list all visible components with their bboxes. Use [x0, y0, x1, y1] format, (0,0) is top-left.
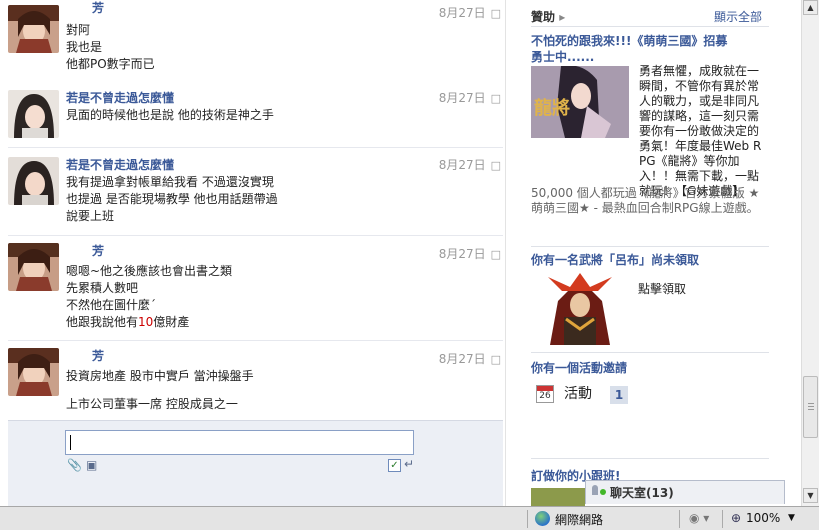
ad-image[interactable]: 龍將 — [531, 66, 629, 138]
message-date: 8月27日 — [438, 91, 486, 105]
reply-icon[interactable]: □ — [491, 7, 501, 20]
reply-icon[interactable]: □ — [491, 159, 501, 172]
message-line: 對阿 — [66, 23, 91, 37]
camera-icon[interactable]: ▣ — [86, 458, 97, 472]
chat-online-count: (13) — [646, 486, 674, 500]
message-line: 嗯嗯~他之後應該也會出書之類 — [66, 264, 233, 278]
message-line: 見面的時候他也是說 他的技術是神之手 — [66, 108, 274, 122]
message: 若是不曾走過怎麼懂 8月27日 □ 我有提過拿對帳單給我看 不過還沒實現 也提過 … — [8, 157, 503, 236]
avatar[interactable] — [8, 157, 59, 205]
message-author[interactable]: 芳 — [92, 0, 104, 16]
reply-icon[interactable]: □ — [491, 92, 501, 105]
message-line: 投資房地產 股市中實戶 當沖操盤手 — [66, 369, 254, 383]
ad-stats: 50,000 個人都玩過《龍將》官方繁體版 ★萌萌三國★ - 最熱血回合制RPG… — [531, 186, 760, 215]
avatar[interactable] — [8, 90, 59, 138]
message: 若是不曾走過怎麼懂 8月27日 □ 見面的時候他也是說 他的技術是神之手 — [8, 90, 503, 148]
vertical-scrollbar[interactable]: ▲ ▼ — [801, 0, 819, 506]
message-author[interactable]: 若是不曾走過怎麼懂 — [66, 89, 174, 106]
zoom-icon[interactable]: ⊕ — [731, 511, 741, 525]
message-line: 也提過 是否能現場教學 他也用話題帶過 — [66, 192, 278, 206]
ad-title[interactable]: 你有一名武將「呂布」尚未領取 — [531, 252, 699, 268]
ad-title[interactable]: 不怕死的跟我來!!!《萌萌三國》招募勇士中...... — [531, 33, 731, 65]
event-label[interactable]: 活動 — [564, 386, 592, 403]
enter-key-icon: ↵ — [404, 457, 415, 471]
zoom-dropdown-icon[interactable]: ▼ — [788, 513, 795, 523]
attachment-icon[interactable]: 📎 — [67, 458, 82, 472]
online-dot-icon — [600, 489, 606, 495]
message-line: 先累積人數吧 — [66, 281, 139, 295]
ad-image[interactable] — [540, 271, 620, 345]
browser-window: 芳 8月27日 □ 對阿 我也是 他都PO數字而已 若是不曾走過怎麼懂 8月27日… — [0, 0, 819, 530]
chat-label: 聊天室 — [610, 486, 647, 500]
message-line-suffix: 億財產 — [153, 315, 190, 329]
avatar[interactable] — [8, 348, 59, 396]
globe-icon — [535, 511, 550, 526]
message-line: 我也是 — [66, 40, 103, 54]
message-line: 他跟我說他有 — [66, 315, 139, 329]
message-author[interactable]: 芳 — [92, 242, 104, 259]
message-line: 他都PO數字而已 — [66, 57, 155, 71]
protected-mode-icon[interactable]: ◉ ▾ — [689, 511, 709, 525]
avatar[interactable] — [8, 243, 59, 291]
message-line: 不然他在圖什麼ˊ — [66, 298, 157, 312]
conversation-feed: 芳 8月27日 □ 對阿 我也是 他都PO數字而已 若是不曾走過怎麼懂 8月27日… — [0, 0, 505, 506]
ad-cta[interactable]: 點擊領取 — [638, 282, 686, 297]
ad-image-text: 龍將 — [534, 97, 570, 119]
invite-title[interactable]: 你有一個活動邀請 — [531, 360, 627, 376]
megaphone-icon: ▸ — [559, 10, 566, 24]
message-date: 8月27日 — [438, 352, 486, 366]
scroll-down-arrow[interactable]: ▼ — [803, 488, 818, 503]
message-author[interactable]: 芳 — [92, 347, 104, 364]
browser-status-bar: 網際網路 ◉ ▾ ⊕ 100% ▼ — [0, 506, 819, 530]
message-line: 我有提過拿對帳單給我看 不過還沒實現 — [66, 175, 274, 189]
message: 芳 8月27日 □ 投資房地產 股市中實戶 當沖操盤手 上市公司董事一席 控股成員… — [8, 348, 503, 420]
message-line: 說要上班 — [66, 209, 115, 223]
reply-icon[interactable]: □ — [491, 248, 501, 261]
reply-input[interactable] — [65, 430, 414, 455]
reply-icon[interactable]: □ — [491, 353, 501, 366]
message: 芳 8月27日 □ 對阿 我也是 他都PO數字而已 — [8, 0, 503, 71]
message-line: 上市公司董事一席 控股成員之一 — [66, 397, 238, 411]
chat-bar[interactable]: 聊天室(13) — [585, 480, 785, 504]
message: 芳 8月27日 □ 嗯嗯~他之後應該也會出書之類 先累積人數吧 不然他在圖什麼ˊ … — [8, 243, 503, 341]
ad-image[interactable] — [531, 488, 585, 506]
message-date: 8月27日 — [438, 247, 486, 261]
message-date: 8月27日 — [438, 6, 486, 20]
calendar-icon: 26 — [536, 385, 554, 403]
zoom-level[interactable]: 100% — [746, 511, 780, 525]
send-on-enter-checkbox[interactable]: ✓ — [388, 459, 401, 472]
message-author[interactable]: 若是不曾走過怎麼懂 — [66, 156, 174, 173]
event-count-badge[interactable]: 1 — [610, 386, 628, 404]
reply-composer: 📎 ▣ ✓ ↵ — [8, 420, 503, 506]
ad-description: 勇者無懼，成敗就在一瞬間，不管你有異於常人的戰力，或是非同凡響的謀略，這一刻只需… — [639, 64, 762, 198]
scroll-up-arrow[interactable]: ▲ — [803, 0, 818, 15]
avatar[interactable] — [8, 5, 59, 53]
sponsored-header: 贊助 ▸ — [531, 10, 566, 24]
scrollbar-thumb[interactable] — [803, 376, 818, 438]
message-date: 8月27日 — [438, 158, 486, 172]
security-zone: 網際網路 — [555, 513, 604, 527]
right-sidebar: 贊助 ▸ 顯示全部 不怕死的跟我來!!!《萌萌三國》招募勇士中...... 龍將… — [505, 0, 801, 506]
friends-icon — [592, 485, 598, 495]
show-all-link[interactable]: 顯示全部 — [714, 8, 762, 25]
highlighted-number: 10 — [138, 315, 154, 329]
